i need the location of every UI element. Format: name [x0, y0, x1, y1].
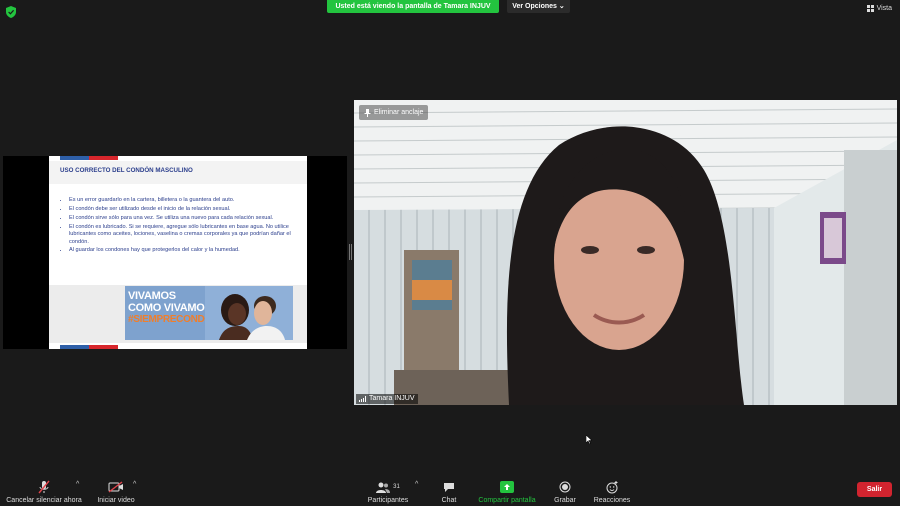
- unpin-button[interactable]: Eliminar anclaje: [359, 105, 429, 120]
- record-icon: [559, 481, 571, 493]
- slide-bullet: El condón debe ser utilizado desde el in…: [69, 206, 305, 213]
- participant-name: Tamara INJUV: [369, 395, 415, 402]
- unpin-label: Eliminar anclaje: [374, 109, 424, 116]
- slide-flag-stripe-bottom: [60, 345, 118, 349]
- audio-options-caret[interactable]: ^: [76, 481, 79, 488]
- chat-icon: [444, 482, 454, 492]
- video-options-caret[interactable]: ^: [133, 481, 136, 488]
- share-screen-button[interactable]: Compartir pantalla: [476, 480, 538, 504]
- pin-icon: [364, 108, 371, 117]
- reactions-button[interactable]: Reacciones: [593, 480, 631, 504]
- microphone-muted-icon: [38, 480, 50, 494]
- slide-bullet: Es un error guardarlo en la cartera, bil…: [69, 197, 305, 204]
- view-options-button[interactable]: Ver Opciones ⌄: [507, 0, 570, 13]
- participants-button[interactable]: 31 Participantes: [364, 480, 412, 504]
- start-video-label: Iniciar video: [97, 497, 135, 504]
- participant-video: Eliminar anclaje Tamara INJUV: [354, 100, 897, 405]
- participants-label: Participantes: [367, 497, 409, 504]
- slide-bullet-list: Es un error guardarlo en la cartera, bil…: [60, 197, 305, 256]
- meeting-toolbar: Cancelar silenciar ahora ^ Iniciar video…: [0, 476, 900, 506]
- chevron-down-icon: ⌄: [558, 3, 565, 10]
- leave-button[interactable]: Salir: [857, 482, 892, 497]
- shield-check-icon[interactable]: [6, 6, 16, 18]
- chat-label: Chat: [441, 497, 457, 504]
- view-button[interactable]: Vista: [866, 5, 892, 12]
- smiley-icon: [606, 480, 617, 493]
- grid-view-icon: [866, 5, 874, 12]
- camera-feed-image: [354, 100, 897, 405]
- video-off-icon: [108, 481, 123, 493]
- couple-photo: [205, 286, 293, 340]
- shared-screen: USO CORRECTO DEL CONDÓN MASCULINO Es un …: [3, 156, 347, 349]
- participants-options-caret[interactable]: ^: [415, 481, 418, 488]
- slide-bullet: El condón sirve sólo para una vez. Se ut…: [69, 215, 305, 222]
- signal-strength-icon: [359, 396, 366, 402]
- record-button[interactable]: Grabar: [553, 480, 577, 504]
- slide-flag-stripe-top: [60, 156, 118, 160]
- top-bar: Usted está viendo la pantalla de Tamara …: [0, 0, 900, 18]
- screen-share-banner: Usted está viendo la pantalla de Tamara …: [327, 0, 499, 13]
- mute-button[interactable]: Cancelar silenciar ahora: [4, 480, 84, 504]
- slide-bullet: El condón es lubricado. Si se requiere, …: [69, 224, 305, 246]
- chat-button[interactable]: Chat: [437, 480, 461, 504]
- share-screen-label: Compartir pantalla: [478, 497, 536, 504]
- reactions-label: Reacciones: [593, 497, 631, 504]
- view-button-label: Vista: [876, 5, 892, 12]
- campaign-banner: VIVAMOS COMO VIVAMOS #SIEMPRECONDON: [125, 286, 293, 340]
- split-resize-handle[interactable]: [349, 244, 352, 260]
- record-label: Grabar: [554, 497, 576, 504]
- presentation-slide: USO CORRECTO DEL CONDÓN MASCULINO Es un …: [49, 156, 307, 349]
- slide-title: USO CORRECTO DEL CONDÓN MASCULINO: [60, 167, 193, 174]
- participant-name-tag: Tamara INJUV: [356, 394, 418, 404]
- participants-count: 31: [393, 484, 400, 490]
- share-screen-icon: [500, 481, 514, 493]
- view-options-label: Ver Opciones: [512, 3, 557, 10]
- participants-icon: [376, 482, 391, 493]
- mute-label: Cancelar silenciar ahora: [6, 497, 82, 504]
- mouse-cursor-icon: [586, 435, 592, 444]
- slide-bullet: Al guardar los condones hay que proteger…: [69, 247, 305, 254]
